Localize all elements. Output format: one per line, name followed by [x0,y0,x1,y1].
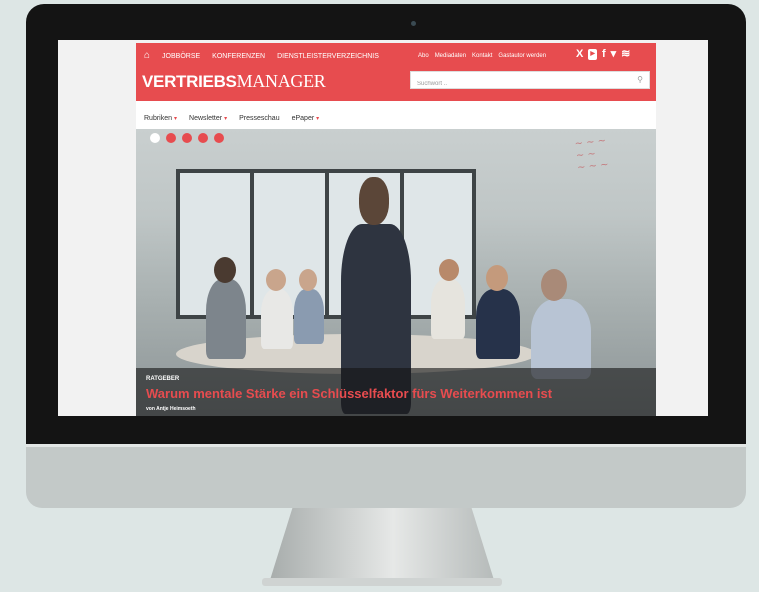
link-mediadaten[interactable]: Mediadaten [435,53,466,59]
hero-caption: RATGEBER Warum mentale Stärke ein Schlüs… [136,368,656,416]
seated-person [294,289,324,344]
site-logo[interactable]: VERTRIEBSMANAGER [142,71,326,92]
monitor-chin [26,444,746,508]
seated-person [431,279,465,339]
glass-writing: ~ ~ ~ ~ ~ ~ ~ ~ [574,135,610,174]
monitor-screen: ⌂ JOBBÖRSE KONFERENZEN DIENSTLEISTERVERZ… [58,40,708,416]
website: ⌂ JOBBÖRSE KONFERENZEN DIENSTLEISTERVERZ… [136,43,656,416]
slider-dot-1[interactable] [150,133,160,143]
hero-slider[interactable]: ~ ~ ~ ~ ~ ~ ~ ~ RATGEBER Warum mentale S… [136,129,656,416]
social-icons: Х ▶ f ▾ ≋ [576,48,630,60]
article-headline[interactable]: Warum mentale Stärke ein Schlüsselfaktor… [146,386,552,401]
monitor-stand [270,508,494,580]
main-nav: Rubriken ▾ Newsletter ▾ Presseschau ePaper… [144,115,319,122]
article-category[interactable]: RATGEBER [146,376,179,382]
slider-dot-3[interactable] [182,133,192,143]
facebook-icon[interactable]: f [602,48,606,60]
monitor-foot [262,578,502,586]
service-links: Abo Mediadaten Kontakt Gastautor werden [418,53,546,59]
twitter-icon[interactable]: ▾ [611,48,617,60]
article-author: von Antje Heimsoeth [146,406,196,412]
nav-newsletter-label: Newsletter [189,115,223,122]
link-kontakt[interactable]: Kontakt [472,53,492,59]
camera-dot [411,21,416,26]
slider-dot-4[interactable] [198,133,208,143]
nav-epaper-label: ePaper [291,115,315,122]
slider-dots [150,133,224,143]
nav-newsletter[interactable]: Newsletter ▾ [189,115,227,122]
nav-jobboerse[interactable]: JOBBÖRSE [162,53,200,60]
slider-dot-2[interactable] [166,133,176,143]
logo-bold: VERTRIEBS [142,72,237,91]
search-input[interactable] [411,77,623,91]
nav-rubriken-label: Rubriken [144,115,173,122]
nav-epaper[interactable]: ePaper ▾ [292,115,320,122]
slider-dot-5[interactable] [214,133,224,143]
chevron-down-icon: ▾ [316,116,320,122]
nav-konferenzen[interactable]: KONFERENZEN [212,53,265,60]
seated-person [476,289,520,359]
search-box: ⚲ [410,71,650,91]
search-icon[interactable]: ⚲ [637,75,643,84]
xing-icon[interactable]: Х [576,48,583,60]
nav-presseschau[interactable]: Presseschau [239,115,279,122]
seated-person [206,279,246,359]
link-gastautor[interactable]: Gastautor werden [498,53,546,59]
seated-person [261,289,293,349]
nav-dienstleisterverzeichnis[interactable]: DIENSTLEISTERVERZEICHNIS [277,53,379,60]
chevron-down-icon: ▾ [224,116,228,122]
nav-rubriken[interactable]: Rubriken ▾ [144,115,177,122]
rss-icon[interactable]: ≋ [621,48,630,60]
top-nav: ⌂ JOBBÖRSE KONFERENZEN DIENSTLEISTERVERZ… [144,51,379,61]
site-header: ⌂ JOBBÖRSE KONFERENZEN DIENSTLEISTERVERZ… [136,43,656,101]
logo-light: MANAGER [236,71,326,91]
link-abo[interactable]: Abo [418,53,429,59]
chevron-down-icon: ▾ [174,116,178,122]
youtube-icon[interactable]: ▶ [588,49,597,60]
home-icon[interactable]: ⌂ [144,51,150,61]
seated-person [531,299,591,379]
